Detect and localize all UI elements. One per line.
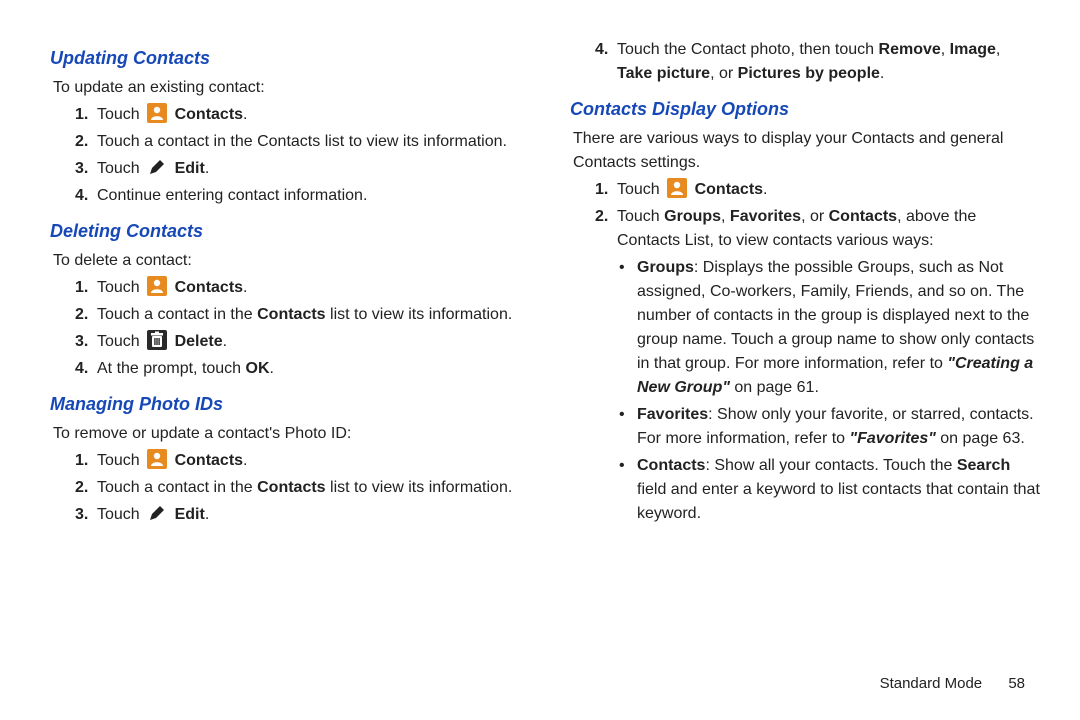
step-number: 1.	[573, 178, 617, 202]
step-body: Touch Contacts.	[97, 449, 520, 473]
step-number: 3.	[53, 157, 97, 181]
step-number: 1.	[53, 276, 97, 300]
footer-page-number: 58	[1008, 675, 1025, 692]
edit-icon	[147, 157, 167, 177]
step-body: Touch Edit.	[97, 157, 520, 181]
steps-updating: 1. Touch Contacts. 2. Touch a contact in…	[53, 103, 520, 208]
bullet-marker: •	[617, 454, 637, 526]
contacts-icon	[667, 178, 687, 198]
step-number: 4.	[53, 357, 97, 381]
steps-photo-id: 1. Touch Contacts. 2. Touch a contact in…	[53, 449, 520, 527]
left-column: Updating Contacts To update an existing …	[50, 35, 520, 630]
step-body: Touch a contact in the Contacts list to …	[97, 476, 520, 500]
edit-icon	[147, 503, 167, 523]
intro-text: There are various ways to display your C…	[573, 127, 1040, 175]
step-number: 1.	[53, 103, 97, 127]
intro-text: To delete a contact:	[53, 249, 520, 273]
step-body: At the prompt, touch OK.	[97, 357, 520, 381]
contacts-icon	[147, 449, 167, 469]
bullet-body: Contacts: Show all your contacts. Touch …	[637, 454, 1040, 526]
step-body: Touch the Contact photo, then touch Remo…	[617, 38, 1040, 86]
step-number: 2.	[53, 303, 97, 327]
step-number: 3.	[53, 503, 97, 527]
contacts-icon	[147, 103, 167, 123]
contacts-icon	[147, 276, 167, 296]
step-body: Touch Contacts.	[97, 276, 520, 300]
step-body: Touch Contacts.	[97, 103, 520, 127]
step-body: Touch Contacts.	[617, 178, 1040, 202]
steps-photo-id-cont: 4. Touch the Contact photo, then touch R…	[573, 38, 1040, 86]
step-body: Touch a contact in the Contacts list to …	[97, 130, 520, 154]
delete-icon	[147, 330, 167, 350]
heading-managing-photo-ids: Managing Photo IDs	[50, 391, 520, 418]
heading-contacts-display-options: Contacts Display Options	[570, 96, 1040, 123]
bullet-body: Groups: Displays the possible Groups, su…	[637, 256, 1040, 400]
bullet-body: Favorites: Show only your favorite, or s…	[637, 403, 1040, 451]
step-body: Touch Delete.	[97, 330, 520, 354]
steps-deleting: 1. Touch Contacts. 2. Touch a contact in…	[53, 276, 520, 381]
intro-text: To remove or update a contact's Photo ID…	[53, 422, 520, 446]
heading-deleting-contacts: Deleting Contacts	[50, 218, 520, 245]
steps-display-options: 1. Touch Contacts. 2. Touch Groups, Favo…	[573, 178, 1040, 529]
bullet-marker: •	[617, 256, 637, 400]
page-footer: Standard Mode 58	[880, 675, 1025, 692]
step-number: 2.	[53, 476, 97, 500]
step-body: Touch Edit.	[97, 503, 520, 527]
bullet-marker: •	[617, 403, 637, 451]
right-column: 4. Touch the Contact photo, then touch R…	[570, 35, 1040, 630]
step-number: 2.	[53, 130, 97, 154]
step-number: 4.	[53, 184, 97, 208]
step-number: 2.	[573, 205, 617, 529]
display-options-bullets: • Groups: Displays the possible Groups, …	[617, 256, 1040, 526]
step-number: 1.	[53, 449, 97, 473]
intro-text: To update an existing contact:	[53, 76, 520, 100]
heading-updating-contacts: Updating Contacts	[50, 45, 520, 72]
step-body: Touch a contact in the Contacts list to …	[97, 303, 520, 327]
step-number: 3.	[53, 330, 97, 354]
footer-mode: Standard Mode	[880, 675, 983, 692]
step-body: Continue entering contact information.	[97, 184, 520, 208]
step-body: Touch Groups, Favorites, or Contacts, ab…	[617, 205, 1040, 529]
step-number: 4.	[573, 38, 617, 86]
